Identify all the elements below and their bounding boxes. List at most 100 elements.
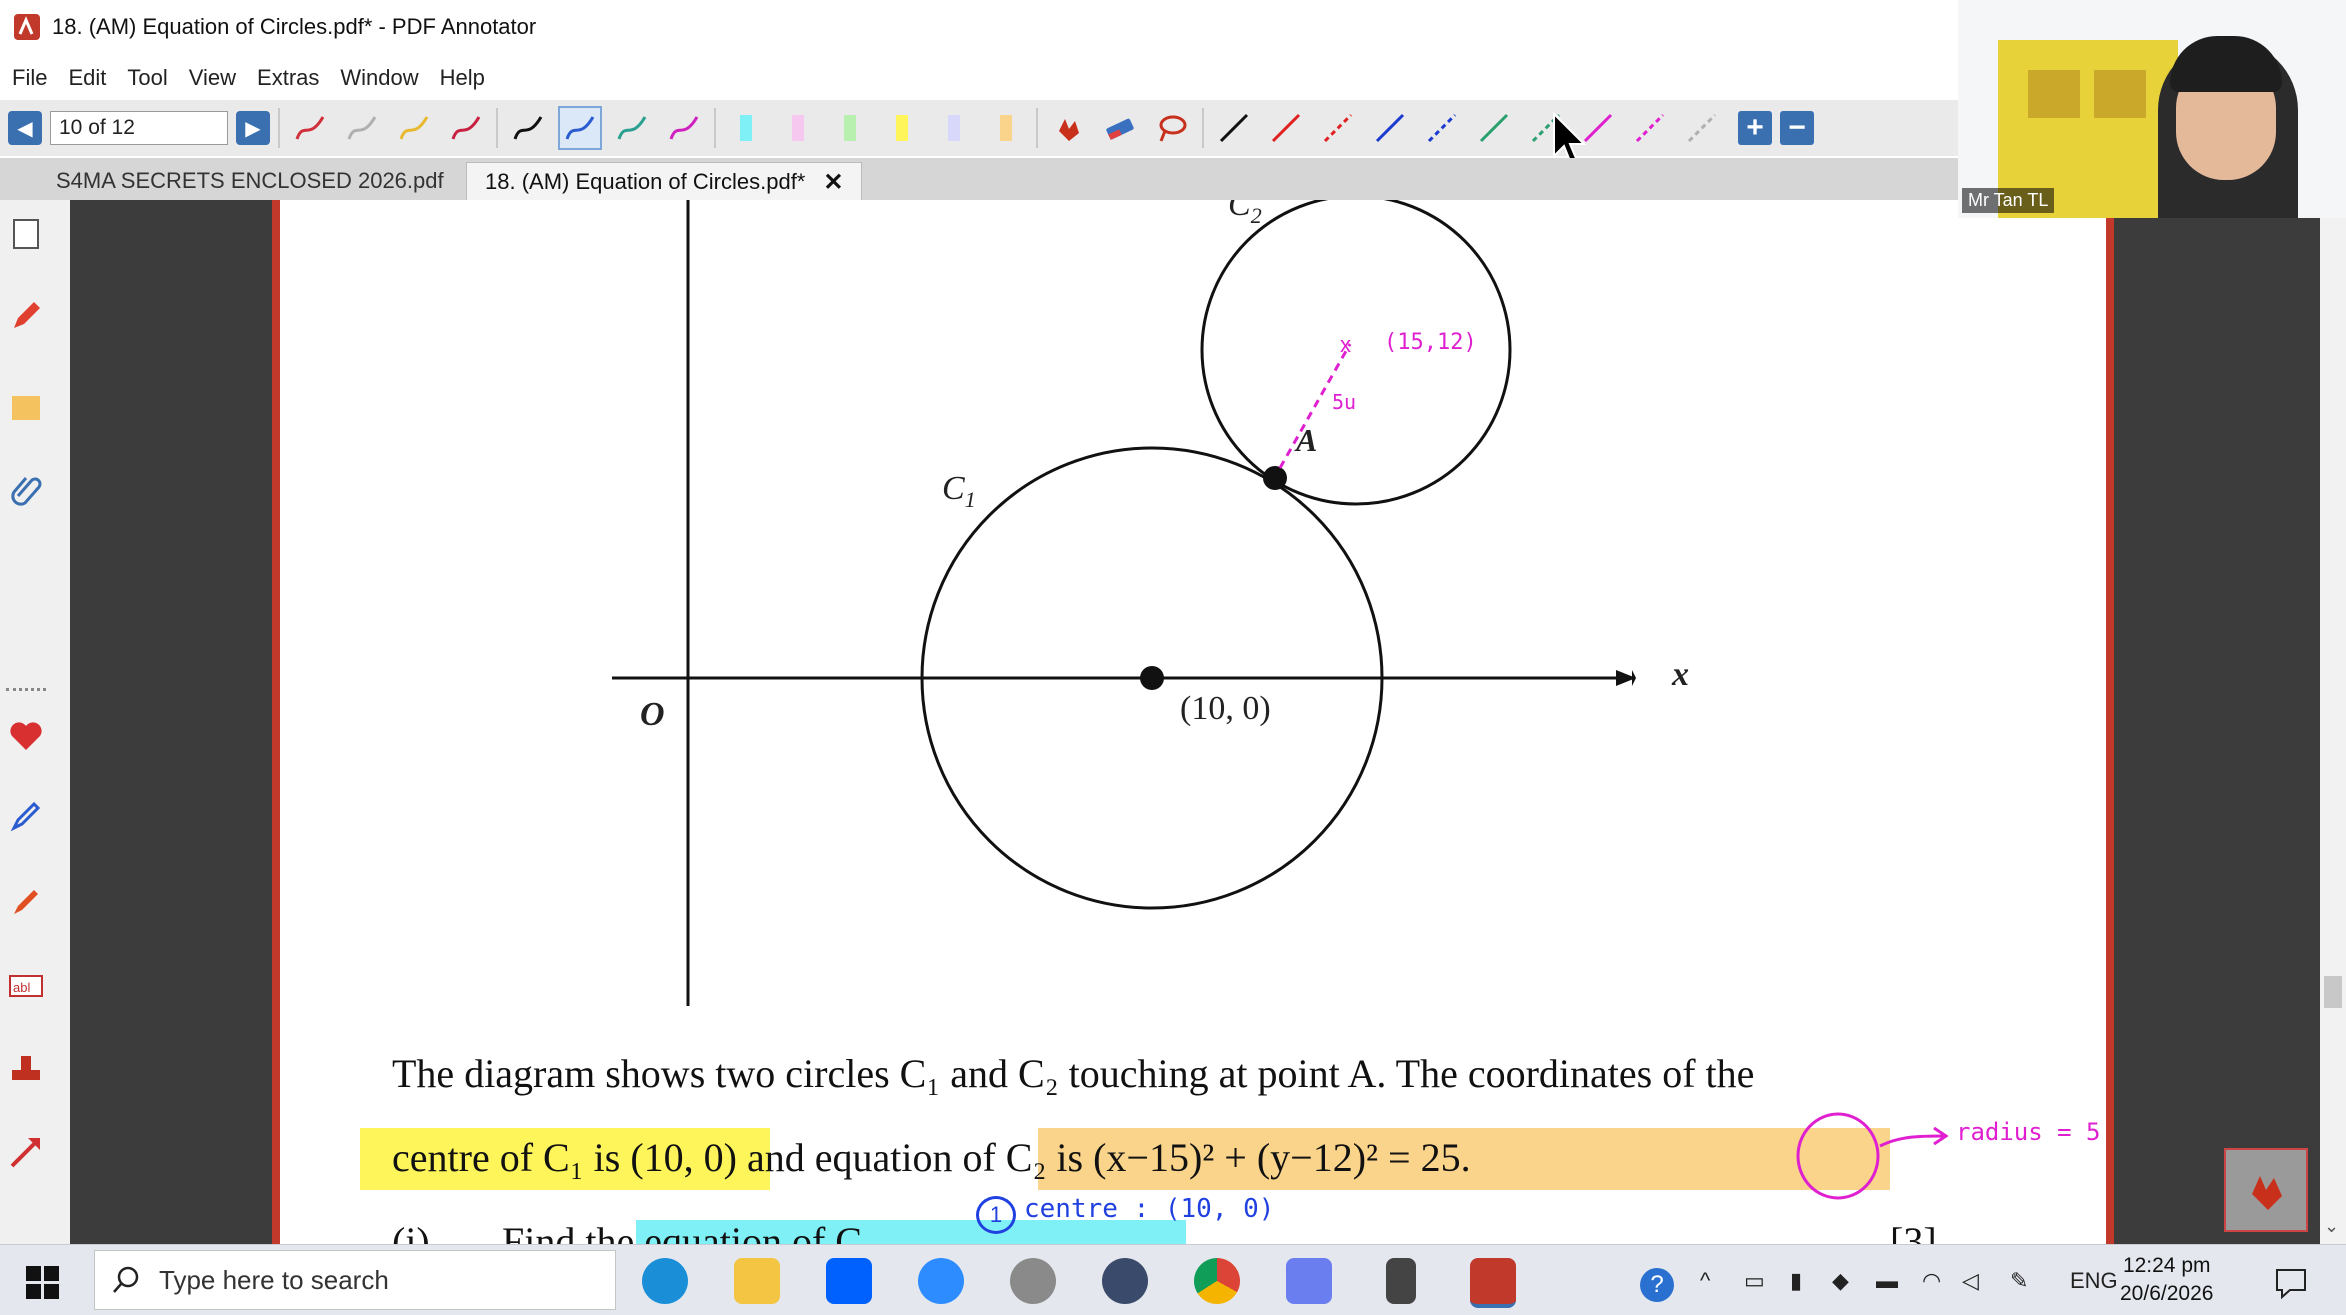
paperclip-icon[interactable] <box>8 472 44 508</box>
zoom-in-button[interactable]: + <box>1738 111 1772 145</box>
tab-equation-of-circles[interactable]: 18. (AM) Equation of Circles.pdf* ✕ <box>466 162 863 201</box>
zoom-app-icon[interactable] <box>918 1258 964 1304</box>
pen-magenta-icon[interactable] <box>662 106 706 150</box>
highlighter-cyan-icon[interactable] <box>724 106 768 150</box>
zoom-out-button[interactable]: − <box>1780 111 1814 145</box>
question-line-1: The diagram shows two circles C₁ and C₂ … <box>392 1051 1755 1096</box>
page-number-field[interactable]: 10 of 12 <box>50 111 228 145</box>
scroll-down-icon[interactable]: ⌄ <box>2324 1216 2339 1237</box>
clock-app-icon[interactable] <box>1010 1258 1056 1304</box>
highlighter-lavender-icon[interactable] <box>932 106 976 150</box>
favorites-heart-icon[interactable] <box>8 718 44 754</box>
search-icon <box>113 1266 139 1293</box>
dashed-line-gray-icon[interactable] <box>1680 106 1724 150</box>
pan-hand-button[interactable] <box>2224 1148 2308 1232</box>
highlighter-green-icon[interactable] <box>828 106 872 150</box>
webcam-shelf-cell <box>2094 70 2146 118</box>
meet-now-icon[interactable]: ▭ <box>1744 1268 1765 1294</box>
system-clock[interactable]: 12:24 pm 20/6/2026 <box>2120 1252 2213 1308</box>
pdf-annotator-taskbar-icon[interactable] <box>1470 1258 1516 1308</box>
step-number-circle: 1 <box>976 1196 1016 1234</box>
close-tab-icon[interactable]: ✕ <box>823 168 843 197</box>
point-a-dot <box>1263 466 1287 490</box>
text-box-icon[interactable]: abl <box>8 968 44 1004</box>
line-black-icon[interactable] <box>1212 106 1256 150</box>
volume-icon[interactable]: ◁ <box>1962 1268 1979 1294</box>
blank-page-icon[interactable] <box>8 216 44 252</box>
dashed-line-red-icon[interactable] <box>1316 106 1360 150</box>
triangle-left-icon: ◀ <box>17 117 33 140</box>
highlighter-pink-icon[interactable] <box>776 106 820 150</box>
battery-icon[interactable]: ▬ <box>1876 1268 1898 1294</box>
pen-tray-icon[interactable]: ✎ <box>2010 1268 2028 1294</box>
circled-25 <box>1796 1112 1880 1200</box>
line-blue-icon[interactable] <box>1368 106 1412 150</box>
pen-yellow-icon[interactable] <box>392 106 436 150</box>
next-page-button[interactable]: ▶ <box>236 111 270 145</box>
previous-page-button[interactable]: ◀ <box>8 111 42 145</box>
wifi-icon[interactable]: ◠ <box>1922 1268 1941 1294</box>
menu-file[interactable]: File <box>12 65 47 91</box>
arrow-tool-icon[interactable] <box>8 1134 44 1170</box>
dashed-line-blue-icon[interactable] <box>1420 106 1464 150</box>
stamp-icon[interactable] <box>8 1052 44 1088</box>
sticky-note-icon[interactable] <box>8 390 44 426</box>
line-green-icon[interactable] <box>1472 106 1516 150</box>
scrollbar-thumb[interactable] <box>2324 976 2342 1008</box>
window-title: 18. (AM) Equation of Circles.pdf* - PDF … <box>52 14 537 39</box>
lasso-icon[interactable] <box>1150 106 1194 150</box>
eraser-icon[interactable] <box>1098 106 1142 150</box>
menu-view[interactable]: View <box>189 65 236 91</box>
microphone-icon[interactable]: ▮ <box>1790 1268 1802 1294</box>
notifications-icon[interactable] <box>2274 1266 2308 1300</box>
tab-label: S4MA SECRETS ENCLOSED 2026.pdf <box>56 168 444 193</box>
toolbar: ◀ 10 of 12 ▶ + − <box>0 100 1958 156</box>
pen-tool-icon[interactable] <box>8 798 44 834</box>
vertical-scrollbar[interactable]: ⌄ <box>2320 200 2346 1244</box>
question-line-3-number: (i) <box>392 1219 430 1244</box>
pen-red-icon[interactable] <box>288 106 332 150</box>
label-origin: O <box>640 696 665 733</box>
pencil-icon[interactable] <box>8 298 44 334</box>
pen-blue-icon[interactable] <box>558 106 602 150</box>
hand-icon <box>2252 1176 2282 1210</box>
annotation-radius-5: radius = 5 <box>1956 1118 2101 1146</box>
menu-help[interactable]: Help <box>440 65 485 91</box>
highlighter-orange-icon[interactable] <box>984 106 1028 150</box>
question-line-2: centre of C₁ is (10, 0) and equation of … <box>392 1134 1471 1181</box>
help-tray-icon[interactable]: ? <box>1640 1268 1674 1302</box>
highlighter-yellow-icon[interactable] <box>880 106 924 150</box>
label-point-a: A <box>1296 422 1318 458</box>
feather-app-icon[interactable] <box>1102 1258 1148 1304</box>
dropbox-tray-icon[interactable]: ◆ <box>1832 1268 1849 1294</box>
menu-edit[interactable]: Edit <box>68 65 106 91</box>
w-app-icon[interactable] <box>1286 1258 1332 1304</box>
calculator-icon[interactable] <box>1386 1258 1416 1304</box>
dropbox-icon[interactable] <box>826 1258 872 1304</box>
windows-start-icon[interactable] <box>26 1266 60 1300</box>
chrome-browser-icon[interactable] <box>1194 1258 1240 1304</box>
tool-rail: abl <box>0 200 71 1244</box>
webcam-shelf-cell <box>2028 70 2080 118</box>
line-red-icon[interactable] <box>1264 106 1308 150</box>
taskbar-search-box[interactable]: Type here to search <box>94 1250 616 1310</box>
search-placeholder: Type here to search <box>159 1264 389 1295</box>
edge-browser-icon[interactable] <box>642 1258 688 1304</box>
hand-icon[interactable] <box>1046 106 1090 150</box>
pen-gray-icon[interactable] <box>340 106 384 150</box>
pen-teal-icon[interactable] <box>610 106 654 150</box>
tab-label: 18. (AM) Equation of Circles.pdf* <box>485 169 806 194</box>
menu-tool[interactable]: Tool <box>127 65 167 91</box>
menu-extras[interactable]: Extras <box>257 65 319 91</box>
tab-s4ma-secrets[interactable]: S4MA SECRETS ENCLOSED 2026.pdf <box>38 162 462 200</box>
language-indicator[interactable]: ENG <box>2070 1268 2118 1294</box>
menu-bar: File Edit Tool View Extras Window Help <box>0 58 1958 98</box>
highlighter-tool-icon[interactable] <box>8 884 44 920</box>
menu-window[interactable]: Window <box>340 65 418 91</box>
pen-crimson-icon[interactable] <box>444 106 488 150</box>
chevron-up-icon[interactable]: ^ <box>1700 1268 1710 1294</box>
file-explorer-icon[interactable] <box>734 1258 780 1304</box>
pen-black-icon[interactable] <box>506 106 550 150</box>
pdf-annotator-app-icon <box>14 14 40 40</box>
dashed-line-magenta-icon[interactable] <box>1628 106 1672 150</box>
